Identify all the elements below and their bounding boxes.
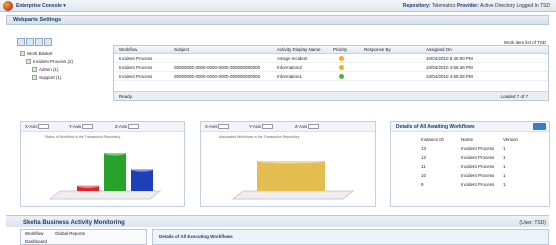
worklist-toolbar <box>17 38 53 47</box>
status-chart-panel: X-Axis Y-Axis Z-Axis Status of Workflow … <box>20 121 185 207</box>
chart-bar <box>104 150 126 191</box>
app-switcher[interactable]: Enterprise Console ▾ <box>16 3 66 9</box>
chart-floor <box>231 190 355 200</box>
workflows-bar-chart <box>231 158 355 200</box>
table-row[interactable]: 13 <box>421 146 426 151</box>
chart-bar <box>257 158 325 191</box>
tree-item-support[interactable]: Support (1) <box>20 74 108 82</box>
chart-bar-top <box>104 150 126 156</box>
table-row[interactable]: Incident Process Assign Incident 10/04/201… <box>114 55 548 63</box>
grid-icon[interactable] <box>35 38 43 46</box>
worklist-title: Work item list of TSD <box>503 40 546 45</box>
user-icon[interactable] <box>26 38 34 46</box>
table-row[interactable]: 9 <box>421 182 424 187</box>
x-axis-selector[interactable]: X-Axis <box>205 124 230 130</box>
grid-header: Workflow Subject Activity Display Name Prio… <box>114 46 548 54</box>
chart-bar-top <box>131 166 153 172</box>
tree-item-work-basket[interactable]: Work Basket <box>20 50 108 58</box>
worklist-grid: Workflow Subject Activity Display Name Prio… <box>113 45 549 101</box>
awaiting-workflows-panel: Details of All Awaiting Workflows Instan… <box>390 121 550 207</box>
status-bar-chart <box>48 150 162 200</box>
settings-title: Webparts Settings <box>13 17 62 23</box>
bam-title: Skelta Business Activity Monitoring <box>23 220 125 226</box>
chart-bar-top <box>257 158 325 164</box>
table-row[interactable]: 11 <box>421 164 426 169</box>
table-row[interactable]: 10 <box>421 173 426 178</box>
bam-user: (User: TSD) <box>519 220 546 226</box>
workflow-select[interactable]: Global Reports <box>55 231 85 236</box>
workflows-chart-panel: X-Axis Y-Axis Z-Axis Associated Workflow… <box>200 121 376 207</box>
work-basket-tree: Work Basket Incident Process (2) Admin (… <box>20 50 108 82</box>
table-row[interactable]: Incident Process 00000000-0000-0000-0000-… <box>114 73 548 81</box>
chart-bar-body <box>104 153 126 191</box>
z-axis-selector[interactable]: Z-Axis <box>115 124 140 130</box>
y-axis-selector[interactable]: Y-Axis <box>69 124 94 130</box>
folder-icon <box>20 51 25 57</box>
z-axis-selector[interactable]: Z-Axis <box>295 124 320 130</box>
folder-icon <box>32 75 37 81</box>
chart-bar-body <box>257 161 325 191</box>
chart-title: Associated Workflows in the Transaction … <box>219 135 300 139</box>
bam-workflow-panel: Workflow Global Reports Dashboard <box>20 229 147 245</box>
chart-bar <box>131 166 153 191</box>
chart-floor <box>48 190 162 200</box>
x-axis-selector[interactable]: X-Axis <box>25 124 50 130</box>
chart-bar-body <box>131 169 153 191</box>
grid-status-bar: Ready. Loaded 7 of 7 <box>114 91 548 100</box>
y-axis-selector[interactable]: Y-Axis <box>249 124 274 130</box>
folder-icon <box>26 59 31 65</box>
tree-item-incident-process[interactable]: Incident Process (2) <box>20 58 108 66</box>
tree-item-admin[interactable]: Admin (1) <box>20 66 108 74</box>
chart-bar <box>77 183 99 191</box>
export-icon[interactable] <box>44 38 52 46</box>
folder-icon[interactable] <box>17 38 25 46</box>
dashboard-item[interactable]: Dashboard <box>25 239 47 244</box>
panel-title: Details of All Awaiting Workflows <box>396 124 475 130</box>
chart-bar-top <box>77 183 99 189</box>
panel-menu-button[interactable] <box>533 123 546 130</box>
table-row[interactable]: 12 <box>421 155 426 160</box>
app-logo-icon <box>3 1 13 11</box>
table-row[interactable]: Incident Process 00000000-0000-0000-0000-… <box>114 64 548 72</box>
app-name: Enterprise Console <box>16 3 62 9</box>
webparts-settings-bar[interactable]: Webparts Settings <box>6 15 549 25</box>
folder-icon <box>32 67 37 73</box>
session-info: Repository: Telematics Provider: Active … <box>402 3 550 9</box>
bam-details-panel: Details of All Executing Workflows <box>152 229 549 245</box>
chart-title: Status of Workflow in the Transaction Re… <box>45 135 121 139</box>
